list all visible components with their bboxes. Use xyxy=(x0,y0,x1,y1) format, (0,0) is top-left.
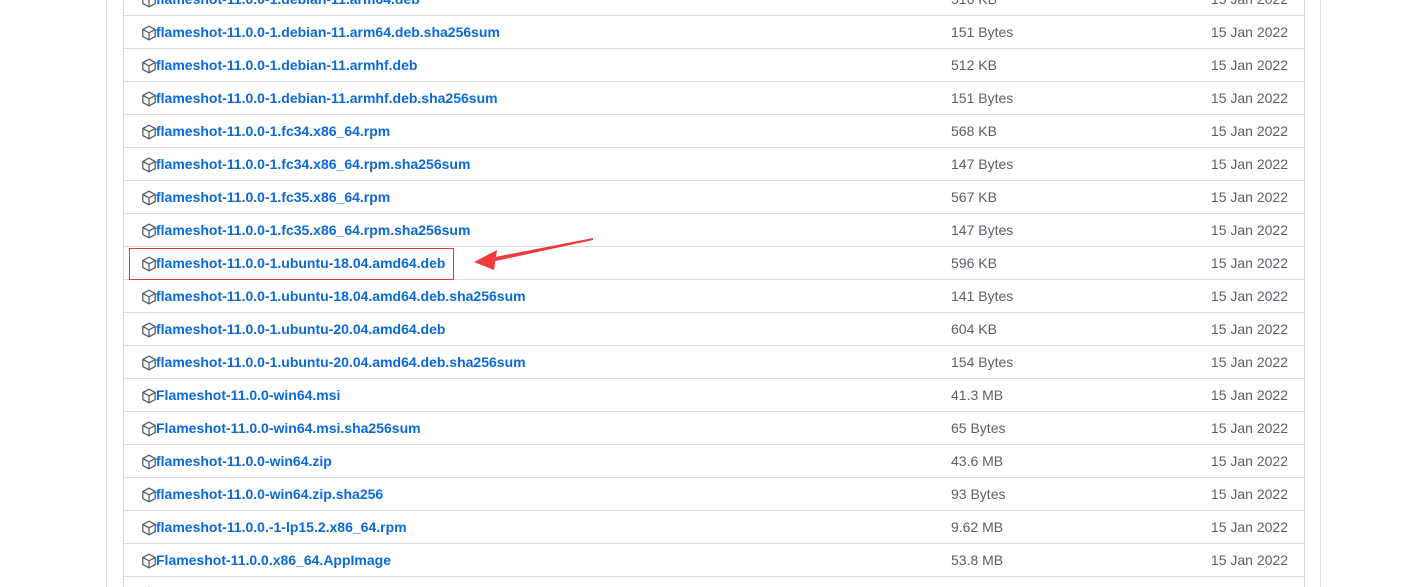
asset-date: 15 Jan 2022 xyxy=(1210,24,1288,40)
asset-date: 15 Jan 2022 xyxy=(1210,354,1288,370)
asset-date: 15 Jan 2022 xyxy=(1210,57,1288,73)
asset-row: Flameshot-11.0.0-win64.msi 41.3 MB 15 Ja… xyxy=(124,378,1304,411)
package-icon xyxy=(141,454,157,470)
asset-download-link[interactable]: flameshot-11.0.0-1.fc34.x86_64.rpm.sha25… xyxy=(156,148,470,180)
asset-date: 15 Jan 2022 xyxy=(1211,0,1288,15)
package-icon xyxy=(141,289,157,305)
package-icon xyxy=(141,487,157,503)
asset-row: flameshot-11.0.0-1.debian-11.arm64.deb.s… xyxy=(124,15,1304,48)
asset-size: 147 Bytes xyxy=(951,156,1014,172)
asset-download-link[interactable]: flameshot-11.0.0-win64.zip.sha256 xyxy=(156,478,383,510)
asset-date: 15 Jan 2022 xyxy=(1210,90,1288,106)
asset-download-link[interactable]: flameshot-11.0.0-1.debian-11.arm64.deb.s… xyxy=(156,16,500,48)
asset-size: 141 Bytes xyxy=(951,288,1014,304)
asset-row: flameshot-11.0.0.-1-lp15.2.x86_64.rpm 9.… xyxy=(124,510,1304,543)
asset-row: Flameshot-11.0.0-win64.msi.sha256sum 65 … xyxy=(124,411,1304,444)
package-icon xyxy=(141,223,157,239)
asset-download-link[interactable]: flameshot-11.0.0-1.debian-11.armhf.deb.s… xyxy=(156,82,498,114)
asset-date: 15 Jan 2022 xyxy=(1210,552,1288,568)
package-icon xyxy=(141,58,157,74)
asset-size: 41.3 MB xyxy=(951,387,1004,403)
package-icon xyxy=(141,322,157,338)
asset-size: 567 KB xyxy=(951,189,997,205)
asset-date: 15 Jan 2022 xyxy=(1210,387,1288,403)
asset-row: flameshot-11.0.0-win64.zip 43.6 MB 15 Ja… xyxy=(124,444,1304,477)
annotation-highlight-box xyxy=(129,248,454,280)
asset-size: 516 KB xyxy=(951,0,997,15)
asset-download-link[interactable]: Flameshot-11.0.0.x86_64.AppImage xyxy=(156,544,391,576)
asset-download-link[interactable]: flameshot-11.0.0-1.debian-11.armhf.deb xyxy=(156,49,417,81)
asset-download-link[interactable]: flameshot-11.0.0-1.fc35.x86_64.rpm xyxy=(156,181,390,213)
asset-size: 604 KB xyxy=(951,321,997,337)
asset-date: 15 Jan 2022 xyxy=(1210,486,1288,502)
package-icon xyxy=(141,0,157,8)
asset-download-link[interactable]: flameshot-11.0.0-win64.zip xyxy=(156,445,332,477)
package-icon xyxy=(141,190,157,206)
package-icon xyxy=(141,553,157,569)
package-icon xyxy=(141,388,157,404)
asset-date: 15 Jan 2022 xyxy=(1210,453,1288,469)
asset-row: flameshot-11.0.0-1.fc35.x86_64.rpm 567 K… xyxy=(124,180,1304,213)
asset-row: flameshot-11.0.0-1.fc34.x86_64.rpm.sha25… xyxy=(124,147,1304,180)
asset-size: 147 Bytes xyxy=(951,222,1014,238)
asset-size: 568 KB xyxy=(951,123,997,139)
asset-date: 15 Jan 2022 xyxy=(1210,222,1288,238)
asset-size: 65 Bytes xyxy=(951,420,1006,436)
package-icon xyxy=(141,520,157,536)
package-icon xyxy=(141,25,157,41)
asset-size: 9.62 MB xyxy=(951,519,1004,535)
package-icon xyxy=(141,421,157,437)
package-icon xyxy=(141,157,157,173)
asset-row: flameshot-11.0.0-1.ubuntu-18.04.amd64.de… xyxy=(124,279,1304,312)
asset-download-link[interactable]: flameshot-11.0.0-1.ubuntu-20.04.amd64.de… xyxy=(156,346,526,378)
asset-row: flameshot-11.0.0-1.ubuntu-20.04.amd64.de… xyxy=(124,312,1304,345)
asset-download-link[interactable]: flameshot-11.0.0-1.ubuntu-18.04.amd64.de… xyxy=(156,280,526,312)
asset-row: flameshot-11.0.0-1.debian-11.armhf.deb 5… xyxy=(124,48,1304,81)
asset-list: flameshot-11.0.0-1.debian-11.arm64.deb 5… xyxy=(123,0,1305,587)
asset-size: 43.6 MB xyxy=(951,453,1004,469)
asset-date: 15 Jan 2022 xyxy=(1210,255,1288,271)
asset-download-link[interactable]: Flameshot-11.0.0-win64.msi.sha256sum xyxy=(156,412,421,444)
asset-download-link[interactable]: flameshot-11.0.0-1.debian-11.arm64.deb xyxy=(156,0,420,15)
asset-row: flameshot-11.0.0-1.debian-11.arm64.deb 5… xyxy=(124,0,1304,15)
asset-download-link[interactable]: flameshot-11.0.0-1.fc35.x86_64.rpm.sha25… xyxy=(156,214,470,246)
asset-date: 15 Jan 2022 xyxy=(1210,519,1288,535)
asset-date: 15 Jan 2022 xyxy=(1210,123,1288,139)
release-assets-page: flameshot-11.0.0-1.debian-11.arm64.deb 5… xyxy=(0,0,1411,587)
asset-download-link[interactable]: flameshot-11.0.0-1.ubuntu-20.04.amd64.de… xyxy=(156,313,445,345)
asset-date: 15 Jan 2022 xyxy=(1210,420,1288,436)
asset-date: 15 Jan 2022 xyxy=(1210,156,1288,172)
asset-row xyxy=(124,576,1304,587)
asset-size: 596 KB xyxy=(951,255,997,271)
asset-date: 15 Jan 2022 xyxy=(1210,189,1288,205)
asset-row: flameshot-11.0.0-1.ubuntu-20.04.amd64.de… xyxy=(124,345,1304,378)
asset-row: flameshot-11.0.0-win64.zip.sha256 93 Byt… xyxy=(124,477,1304,510)
asset-download-link[interactable]: Flameshot-11.0.0-win64.msi xyxy=(156,379,340,411)
asset-size: 151 Bytes xyxy=(951,24,1014,40)
asset-size: 53.8 MB xyxy=(951,552,1004,568)
asset-size: 512 KB xyxy=(951,57,997,73)
asset-row: flameshot-11.0.0-1.fc35.x86_64.rpm.sha25… xyxy=(124,213,1304,246)
asset-download-link[interactable]: flameshot-11.0.0.-1-lp15.2.x86_64.rpm xyxy=(156,511,407,543)
asset-size: 151 Bytes xyxy=(951,90,1014,106)
asset-size: 93 Bytes xyxy=(951,486,1006,502)
package-icon xyxy=(141,91,157,107)
asset-row: Flameshot-11.0.0.x86_64.AppImage 53.8 MB… xyxy=(124,543,1304,576)
package-icon xyxy=(141,355,157,371)
asset-row: flameshot-11.0.0-1.fc34.x86_64.rpm 568 K… xyxy=(124,114,1304,147)
asset-date: 15 Jan 2022 xyxy=(1210,321,1288,337)
asset-download-link[interactable]: flameshot-11.0.0-1.fc34.x86_64.rpm xyxy=(156,115,390,147)
asset-date: 15 Jan 2022 xyxy=(1210,288,1288,304)
asset-size: 154 Bytes xyxy=(951,354,1014,370)
package-icon xyxy=(141,124,157,140)
asset-row: flameshot-11.0.0-1.debian-11.armhf.deb.s… xyxy=(124,81,1304,114)
